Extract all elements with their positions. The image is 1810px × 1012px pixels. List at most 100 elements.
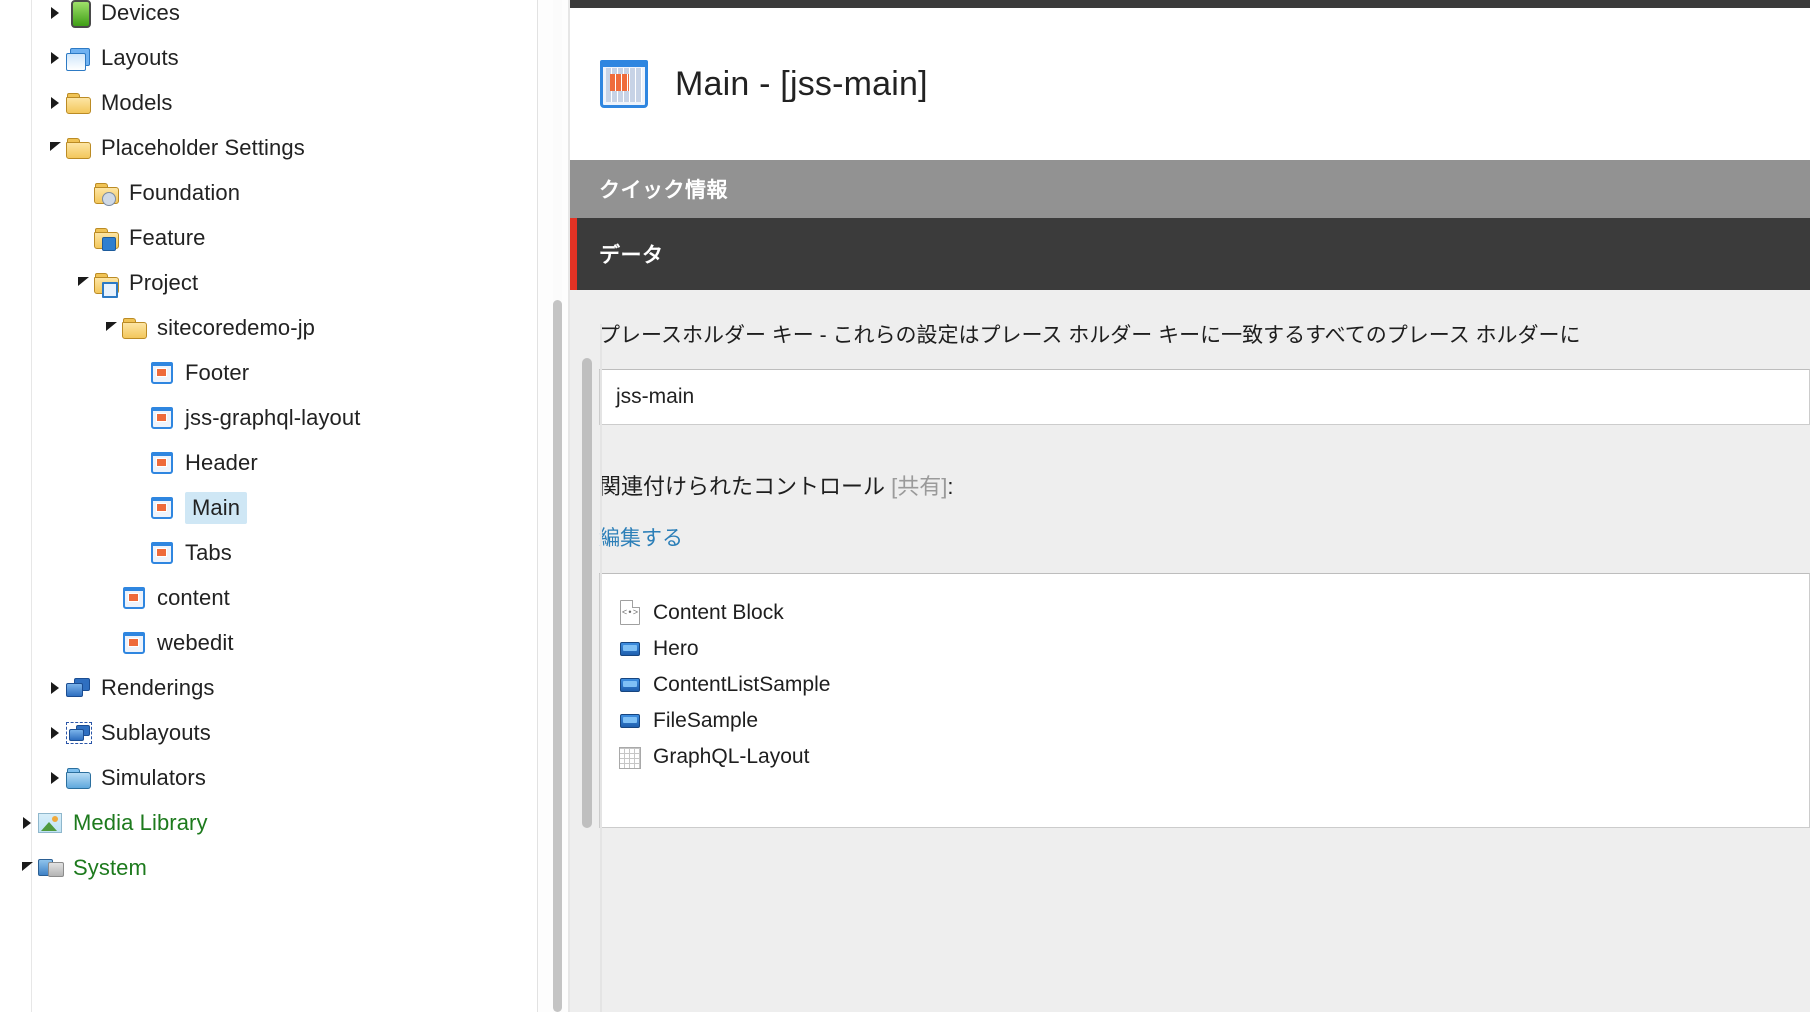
device-icon (66, 0, 92, 28)
twisty-spacer-icon (128, 350, 150, 395)
tree-item-system[interactable]: System (0, 845, 537, 890)
tree-item-label: Sublayouts (101, 720, 211, 745)
tree-item-sitecoredemo-jp[interactable]: sitecoredemo-jp (0, 305, 537, 350)
expand-toggle-icon[interactable] (44, 710, 66, 755)
tree-item-sublayouts[interactable]: Sublayouts (0, 710, 537, 755)
item-header: Main - [jss-main] (570, 8, 1810, 160)
tree-item-main[interactable]: Main (0, 485, 537, 530)
twisty-spacer-icon (128, 485, 150, 530)
associated-control-label: GraphQL-Layout (653, 745, 810, 769)
tree-item-footer[interactable]: Footer (0, 350, 537, 395)
content-tree[interactable]: Devices Layouts Models Placeholder Settings… (0, 0, 537, 890)
associated-control-row[interactable]: ContentListSample (618, 667, 1809, 703)
tree-item-label: Project (129, 270, 199, 295)
tree-item-label: Header (185, 450, 258, 475)
twisty-spacer-icon (100, 620, 122, 665)
tree-item-foundation[interactable]: Foundation (0, 170, 537, 215)
tree-item-label: Layouts (101, 45, 179, 70)
tree-item-jss-graphql-layout[interactable]: jss-graphql-layout (0, 395, 537, 440)
folder-icon (122, 315, 148, 341)
associated-control-label: Content Block (653, 601, 784, 625)
system-icon (38, 855, 64, 881)
associated-control-row[interactable]: <•> Content Block (618, 595, 1809, 631)
expand-toggle-icon[interactable] (44, 0, 66, 35)
shared-tag: [共有] (891, 474, 948, 500)
tree-item-label: Devices (101, 0, 180, 25)
collapse-toggle-icon[interactable] (44, 125, 66, 170)
expand-toggle-icon[interactable] (16, 800, 38, 845)
tree-item-devices[interactable]: Devices (0, 0, 537, 35)
collapse-toggle-icon[interactable] (100, 305, 122, 350)
data-section-label: データ (599, 244, 664, 267)
placeholder-large-icon (600, 60, 648, 108)
quick-info-section-header[interactable]: クイック情報 (570, 160, 1810, 218)
tree-scrollbar-thumb[interactable] (553, 300, 562, 1012)
tree-item-header[interactable]: Header (0, 440, 537, 485)
expand-toggle-icon[interactable] (44, 665, 66, 710)
renderings-icon (66, 675, 92, 701)
expand-toggle-icon[interactable] (44, 35, 66, 80)
tree-item-layouts[interactable]: Layouts (0, 35, 537, 80)
associated-control-row[interactable]: FileSample (618, 703, 1809, 739)
tree-item-webedit[interactable]: webedit (0, 620, 537, 665)
data-section-header[interactable]: データ (570, 218, 1810, 290)
associated-control-row[interactable]: GraphQL-Layout (618, 739, 1809, 775)
tree-item-label: jss-graphql-layout (185, 405, 361, 430)
folder-icon (66, 135, 92, 161)
tree-item-label: Renderings (101, 675, 215, 700)
tree-item-media-library[interactable]: Media Library (0, 800, 537, 845)
edit-link[interactable]: 編集する (599, 522, 683, 552)
rendering-blue-icon (618, 636, 642, 662)
collapse-toggle-icon[interactable] (72, 260, 94, 305)
folder-icon (66, 90, 92, 116)
divider-left-edge (537, 0, 538, 1012)
twisty-spacer-icon (128, 440, 150, 485)
expand-toggle-icon[interactable] (44, 80, 66, 125)
associated-controls-list[interactable]: <•> Content Block Hero ContentListSample Fil… (599, 573, 1810, 829)
placeholder-icon (150, 360, 176, 386)
tree-item-content[interactable]: content (0, 575, 537, 620)
placeholder-icon (150, 405, 176, 431)
tree-item-models[interactable]: Models (0, 80, 537, 125)
tree-item-label: Media Library (73, 810, 208, 835)
tree-item-label: Feature (129, 225, 206, 250)
twisty-spacer-icon (72, 170, 94, 215)
tree-item-label: Models (101, 90, 173, 115)
content-tree-pane[interactable]: Devices Layouts Models Placeholder Settings… (0, 0, 537, 1012)
tree-item-simulators[interactable]: Simulators (0, 755, 537, 800)
expand-toggle-icon[interactable] (44, 755, 66, 800)
tree-item-feature[interactable]: Feature (0, 215, 537, 260)
associated-controls-text: 関連付けられたコントロール (599, 474, 886, 500)
tree-item-project[interactable]: Project (0, 260, 537, 305)
tree-item-tabs[interactable]: Tabs (0, 530, 537, 575)
folder-gear-icon (94, 180, 120, 206)
rendering-blue-icon (618, 672, 642, 698)
tree-item-label: Placeholder Settings (101, 135, 305, 160)
tree-item-renderings[interactable]: Renderings (0, 665, 537, 710)
associated-control-label: Hero (653, 637, 699, 661)
folder-blue-icon (66, 765, 92, 791)
placeholder-icon (150, 450, 176, 476)
tree-item-label: sitecoredemo-jp (157, 315, 316, 340)
placeholder-icon (122, 630, 148, 656)
sublayouts-icon (66, 720, 92, 746)
layouts-icon (66, 45, 92, 71)
pane-divider (537, 0, 570, 1012)
tree-item-label: System (73, 855, 147, 880)
tree-item-label: webedit (157, 630, 234, 655)
quick-info-label: クイック情報 (599, 179, 728, 202)
detail-scrollbar[interactable] (582, 358, 592, 1012)
sitecore-content-editor-screen: Devices Layouts Models Placeholder Settings… (0, 0, 1810, 1012)
tree-item-label: Foundation (129, 180, 241, 205)
placeholder-key-input[interactable]: jss-main (599, 369, 1810, 426)
label-colon: : (947, 474, 954, 500)
detail-scrollbar-thumb[interactable] (582, 358, 592, 828)
folder-people-icon (94, 225, 120, 251)
grid-layout-icon (618, 744, 642, 770)
tree-item-placeholder-settings[interactable]: Placeholder Settings (0, 125, 537, 170)
top-ribbon-rule (570, 0, 1810, 8)
tree-scrollbar[interactable] (553, 0, 562, 1012)
collapse-toggle-icon[interactable] (16, 845, 38, 890)
placeholder-icon (122, 585, 148, 611)
associated-control-row[interactable]: Hero (618, 631, 1809, 667)
